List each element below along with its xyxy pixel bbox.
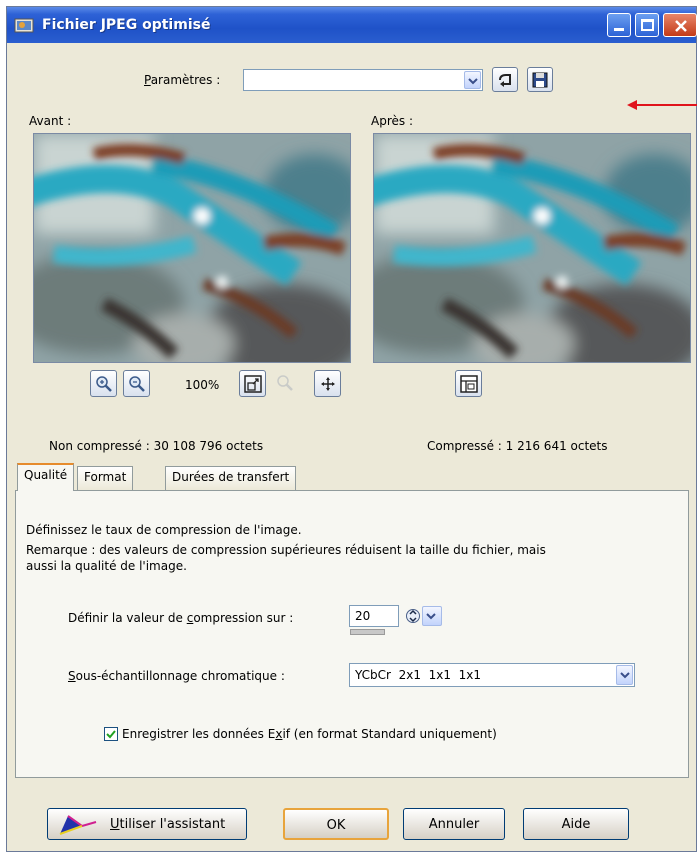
compression-spinner[interactable] — [406, 605, 420, 627]
preview-options-button[interactable] — [455, 370, 482, 397]
save-preset-button[interactable] — [527, 67, 553, 92]
quality-tab-panel: Définissez le taux de compression de l'i… — [15, 490, 689, 778]
chevron-down-icon[interactable] — [422, 606, 442, 626]
exif-label[interactable]: Enregistrer les données Exif (en format … — [122, 727, 497, 741]
floppy-disk-icon — [532, 72, 548, 88]
undo-arrow-icon — [499, 74, 511, 87]
load-preset-button[interactable] — [492, 67, 518, 92]
wizard-icon — [59, 815, 97, 835]
help-button[interactable]: Aide — [523, 808, 629, 840]
move-cross-icon — [321, 377, 335, 391]
cancel-button[interactable]: Annuler — [403, 808, 505, 840]
ok-label: OK — [326, 818, 346, 833]
maximize-button[interactable] — [635, 13, 659, 37]
zoom-fit-button[interactable] — [239, 370, 266, 397]
use-wizard-label: Utiliser l'assistant — [110, 817, 225, 832]
checkmark-icon — [106, 730, 116, 739]
after-preview-picture — [374, 134, 690, 362]
compression-label: Définir la valeur de compression sur : — [68, 611, 293, 625]
minimize-icon — [614, 28, 624, 31]
before-preview-picture — [34, 134, 350, 362]
chevron-down-icon[interactable] — [616, 665, 633, 685]
pan-button[interactable] — [314, 370, 341, 397]
chroma-subsampling-value: YCbCr 2x1 1x1 1x1 — [355, 668, 481, 682]
zoom-disabled-icon — [277, 375, 293, 391]
tab-transfer-times[interactable]: Durées de transfert — [165, 466, 297, 490]
use-wizard-text: tiliser l'assistant — [119, 817, 226, 832]
jpeg-optimizer-dialog: Fichier JPEG optimisé Paramètres : Avant… — [6, 6, 697, 852]
quality-description: Définissez le taux de compression de l'i… — [26, 523, 302, 537]
zoom-in-button[interactable] — [90, 370, 117, 397]
zoom-out-button[interactable] — [123, 370, 150, 397]
chroma-label-mnemonic: S — [68, 669, 76, 683]
exif-label-a: Enregistrer les données E — [122, 727, 276, 741]
compression-label-b: ompression sur : — [193, 611, 294, 625]
compression-slider-track[interactable] — [350, 629, 385, 635]
after-label: Après : — [371, 114, 413, 128]
compressed-size: Compressé : 1 216 641 octets — [427, 439, 608, 453]
chroma-label: Sous-échantillonnage chromatique : — [68, 669, 285, 683]
title-bar[interactable]: Fichier JPEG optimisé — [7, 7, 697, 43]
chroma-label-text: ous-échantillonnage chromatique : — [75, 669, 285, 683]
zoom-in-icon — [96, 376, 112, 392]
zoom-out-icon — [129, 376, 145, 392]
help-label: Aide — [561, 817, 591, 832]
after-preview-image[interactable] — [373, 133, 691, 363]
zoom-disabled-button — [272, 370, 299, 397]
app-icon — [14, 18, 34, 33]
close-icon — [675, 20, 687, 32]
chevron-down-icon[interactable] — [464, 71, 481, 89]
compression-value: 20 — [355, 609, 371, 623]
use-wizard-mnemonic: U — [110, 817, 120, 832]
zoom-level: 100% — [185, 378, 220, 392]
minimize-button[interactable] — [607, 13, 631, 37]
settings-label: Paramètres : — [144, 73, 220, 87]
spinner-updown-icon — [406, 609, 420, 623]
window-title: Fichier JPEG optimisé — [42, 17, 211, 33]
annotation-arrow-icon — [627, 100, 697, 110]
chroma-subsampling-dropdown[interactable]: YCbCr 2x1 1x1 1x1 — [349, 663, 635, 687]
settings-label-text: aramètres : — [150, 73, 221, 87]
zoom-window-icon — [244, 375, 262, 393]
quality-note-line1: Remarque : des valeurs de compression su… — [26, 543, 546, 557]
settings-label-mnemonic: P — [144, 73, 151, 87]
uncompressed-size: Non compressé : 30 108 796 octets — [49, 439, 264, 453]
compression-label-a: Définir la valeur de — [68, 611, 187, 625]
tab-quality[interactable]: Qualité — [17, 463, 75, 491]
ok-button[interactable]: OK — [283, 808, 389, 840]
exif-label-b: if (en format Standard uniquement) — [282, 727, 497, 741]
settings-dropdown[interactable] — [243, 69, 483, 91]
before-label: Avant : — [29, 114, 72, 128]
maximize-icon — [641, 19, 654, 31]
tab-format[interactable]: Format — [77, 466, 134, 490]
exif-checkbox[interactable] — [104, 727, 118, 741]
compression-value-input[interactable]: 20 — [349, 605, 399, 627]
use-wizard-button[interactable]: Utiliser l'assistant — [47, 808, 247, 840]
cancel-label: Annuler — [428, 817, 480, 832]
compression-dropdown-button[interactable] — [422, 605, 442, 627]
close-button[interactable] — [663, 13, 697, 37]
quality-note-line2: aussi la qualité de l'image. — [26, 559, 187, 573]
before-preview-image[interactable] — [33, 133, 351, 363]
preview-layout-icon — [460, 375, 478, 393]
